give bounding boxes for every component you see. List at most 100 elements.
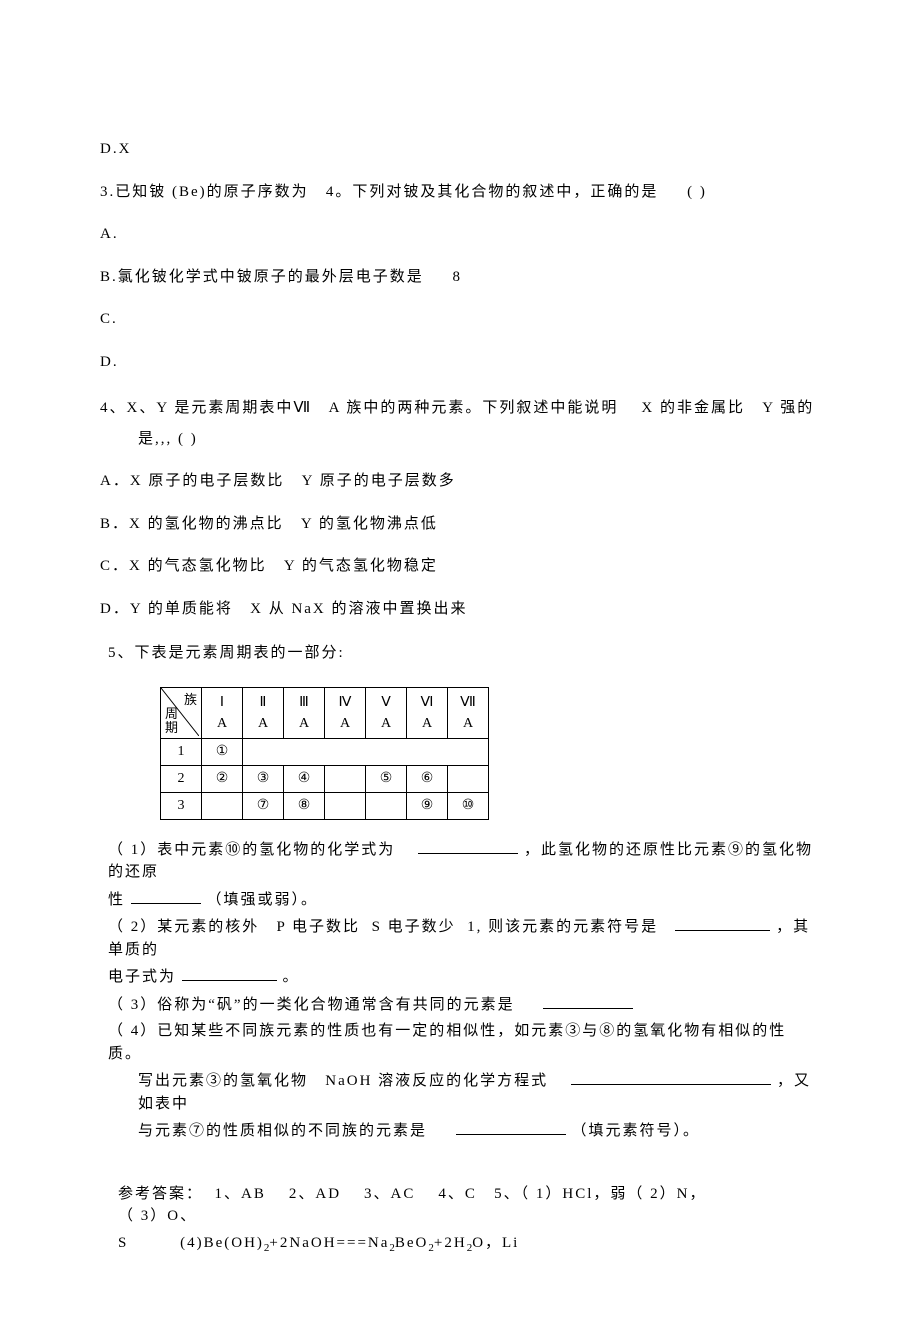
text: （填强或弱）。 [207, 892, 319, 908]
cell [325, 765, 366, 792]
cell: ① [202, 738, 243, 765]
ans-3: 3、AC [364, 1186, 415, 1202]
cell: ⑤ [366, 765, 407, 792]
period-2-label: 2 [161, 765, 202, 792]
cell [448, 765, 489, 792]
q4-c-2: Y 的气态氢化物稳定 [284, 558, 438, 574]
q5-body: （ 1）表中元素⑩的氢化物的化学式为 ，此氢化物的还原性比元素⑨的氢化物的还原 … [108, 838, 820, 1143]
q4-option-c: C．X 的气态氢化物比 Y 的气态氢化物稳定 [100, 555, 820, 578]
group-6: ⅥA [407, 687, 448, 738]
q5-4-line1: （ 4）已知某些不同族元素的性质也有一定的相似性，如元素③与⑧的氢氧化物有相似的… [108, 1020, 820, 1065]
option-d-x: D.X [100, 138, 820, 161]
q4-option-a: A．X 原子的电子层数比 Y 原子的电子层数多 [100, 470, 820, 493]
ans-eq-e: O，Li [472, 1235, 519, 1251]
period-1-label: 1 [161, 738, 202, 765]
q4-stem-a: 4、X、Y 是元素周期表中Ⅶ [100, 400, 312, 416]
group-4: ⅣA [325, 687, 366, 738]
q4-stem-d: Y 强的 [762, 400, 814, 416]
q3-option-a: A. [100, 223, 820, 246]
q4-stem-line2: 是,,, ( ) [138, 428, 820, 451]
q4-c-1: C．X 的气态氢化物比 [100, 558, 267, 574]
answer-key: 参考答案： 1、AB 2、AD 3、AC 4、C 5、（ 1）HCl，弱（ 2）… [118, 1183, 820, 1257]
table-row: 3 ⑦ ⑧ ⑨ ⑩ [161, 792, 489, 819]
q5-1-line2: 性 （填强或弱）。 [108, 888, 820, 912]
table-row: 1 ① [161, 738, 489, 765]
q4-option-d: D．Y 的单质能将 X 从 NaX 的溶液中置换出来 [100, 598, 820, 621]
q3-option-c: C. [100, 308, 820, 331]
ans-2: 2、AD [289, 1186, 341, 1202]
text: 电子式为 [108, 969, 176, 985]
blank [543, 993, 633, 1009]
cell [202, 792, 243, 819]
blank [571, 1069, 771, 1085]
table-header-row: 族 周 期 ⅠA ⅡA ⅢA ⅣA ⅤA ⅥA ⅦA [161, 687, 489, 738]
corner-top-label: 族 [184, 690, 197, 710]
text: 1, 则该元素的元素符号是 [467, 919, 658, 935]
cell: ⑧ [284, 792, 325, 819]
q5-stem: 5、下表是元素周期表的一部分: [108, 642, 820, 665]
ans-1: 1、AB [215, 1186, 266, 1202]
cell-merged [243, 738, 489, 765]
q5-4-line2: 写出元素③的氢氧化物 NaOH 溶液反应的化学方程式 ，又如表中 [138, 1069, 820, 1115]
q3-stem-text-b: 4。下列对铍及其化合物的叙述中，正确的是 [326, 184, 659, 200]
group-5: ⅤA [366, 687, 407, 738]
text: NaOH 溶液反应的化学方程式 [325, 1073, 548, 1089]
periodic-table-fragment: 族 周 期 ⅠA ⅡA ⅢA ⅣA ⅤA ⅥA ⅦA 1 ① 2 ② ③ ④ ⑤… [160, 687, 489, 820]
document-page: D.X 3.已知铍 (Be)的原子序数为 4。下列对铍及其化合物的叙述中，正确的… [0, 0, 920, 1320]
text: 。 [283, 969, 300, 985]
q4-stem-c: X 的非金属比 [641, 400, 745, 416]
q3-b-text: B.氯化铍化学式中铍原子的最外层电子数是 [100, 269, 424, 285]
q4-b-2: Y 的氢化物沸点低 [301, 516, 438, 532]
q5-4-line3: 与元素⑦的性质相似的不同族的元素是 （填元素符号）。 [138, 1119, 820, 1143]
q5-1-line1: （ 1）表中元素⑩的氢化物的化学式为 ，此氢化物的还原性比元素⑨的氢化物的还原 [108, 838, 820, 884]
text: （ 3）俗称为“矾”的一类化合物通常含有共同的元素是 [108, 997, 515, 1013]
corner-cell: 族 周 期 [161, 687, 202, 738]
q3-option-d: D. [100, 351, 820, 374]
answer-line-2: S (4)Be(OH)2+2NaOH===Na2BeO2+2H2O，Li [118, 1232, 820, 1257]
cell: ④ [284, 765, 325, 792]
group-7: ⅦA [448, 687, 489, 738]
q3-stem: 3.已知铍 (Be)的原子序数为 4。下列对铍及其化合物的叙述中，正确的是 ( … [100, 181, 820, 204]
answer-label: 参考答案： [118, 1186, 203, 1202]
q4-stem: 4、X、Y 是元素周期表中Ⅶ A 族中的两种元素。下列叙述中能说明 X 的非金属… [100, 397, 820, 420]
period-3-label: 3 [161, 792, 202, 819]
cell: ② [202, 765, 243, 792]
group-3: ⅢA [284, 687, 325, 738]
text: （ 4）已知某些不同族元素的性质也有一定的相似性，如元素③与⑧的氢氧化物有相似的… [108, 1023, 786, 1062]
text: 性 [108, 892, 125, 908]
answer-line-1: 参考答案： 1、AB 2、AD 3、AC 4、C 5、（ 1）HCl，弱（ 2）… [118, 1183, 820, 1228]
q5-2-line1: （ 2）某元素的核外 P 电子数比 S 电子数少 1, 则该元素的元素符号是 ，… [108, 915, 820, 961]
blank [675, 915, 770, 931]
blank [182, 965, 277, 981]
ans-5b: （ 3）O、 [118, 1208, 197, 1224]
corner-bot-label: 周 期 [165, 707, 178, 736]
q3-stem-text-a: 3.已知铍 (Be)的原子序数为 [100, 184, 309, 200]
group-1: ⅠA [202, 687, 243, 738]
q4-a-1: A．X 原子的电子层数比 [100, 473, 284, 489]
text: 写出元素③的氢氧化物 [138, 1073, 308, 1089]
cell: ⑨ [407, 792, 448, 819]
q3-b-num: 8 [453, 269, 463, 285]
cell: ⑥ [407, 765, 448, 792]
q4-b-1: B．X 的氢化物的沸点比 [100, 516, 284, 532]
cell [366, 792, 407, 819]
ans-5a: 5、（ 1）HCl，弱（ 2）N， [494, 1186, 706, 1202]
group-2: ⅡA [243, 687, 284, 738]
ans-eq-b: +2NaOH===Na [269, 1235, 389, 1251]
text: S 电子数少 [372, 919, 456, 935]
q4-d-2: X 从 NaX 的溶液中置换出来 [250, 601, 467, 617]
q4-a-2: Y 原子的电子层数多 [302, 473, 456, 489]
cell: ⑦ [243, 792, 284, 819]
cell: ③ [243, 765, 284, 792]
ans-eq-d: +2H [434, 1235, 467, 1251]
q4-option-b: B．X 的氢化物的沸点比 Y 的氢化物沸点低 [100, 513, 820, 536]
table-row: 2 ② ③ ④ ⑤ ⑥ [161, 765, 489, 792]
blank [418, 838, 518, 854]
text: （填元素符号）。 [572, 1123, 701, 1139]
text: （ 1）表中元素⑩的氢化物的化学式为 [108, 842, 395, 858]
q4-stem-b: A 族中的两种元素。下列叙述中能说明 [329, 400, 619, 416]
q4-d-1: D．Y 的单质能将 [100, 601, 233, 617]
cell: ⑩ [448, 792, 489, 819]
ans-4: 4、C [438, 1186, 477, 1202]
ans-s: S [118, 1235, 128, 1251]
